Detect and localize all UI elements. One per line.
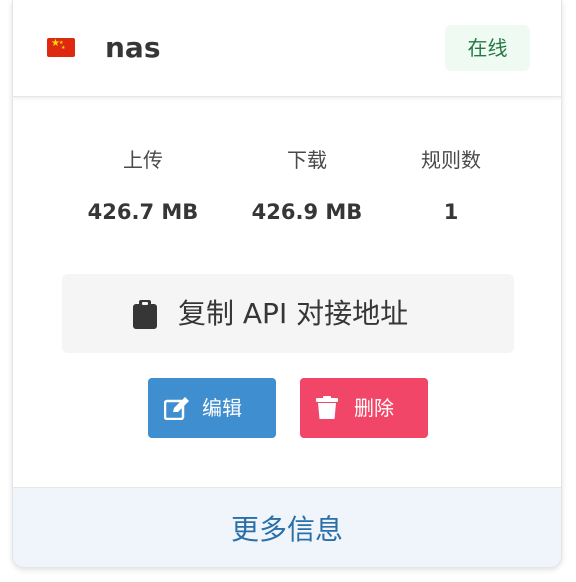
stat-download-value: 426.9 MB <box>251 200 363 224</box>
stat-download: 下载 426.9 MB <box>227 146 387 226</box>
more-info-label: 更多信息 <box>230 513 343 546</box>
delete-label: 删除 <box>354 396 394 420</box>
stat-rules-label: 规则数 <box>421 148 481 172</box>
stat-rules-value: 1 <box>443 200 459 224</box>
delete-button[interactable]: 删除 <box>300 378 428 438</box>
edit-button[interactable]: 编辑 <box>148 378 276 438</box>
stat-upload-label: 上传 <box>123 148 163 172</box>
node-name: nas <box>105 31 161 64</box>
more-info-button[interactable]: 更多信息 <box>13 487 561 567</box>
stat-download-label: 下载 <box>287 148 327 172</box>
clipboard-icon <box>132 300 158 334</box>
status-badge: 在线 <box>445 25 530 71</box>
copy-api-label: 复制 API 对接地址 <box>178 297 409 330</box>
card-header: ★ ★ ★ nas 在线 <box>13 0 561 97</box>
node-card: ★ ★ ★ nas 在线 上传 426.7 MB 下载 426.9 MB 规则数… <box>12 0 562 568</box>
copy-api-button[interactable]: 复制 API 对接地址 <box>62 274 514 353</box>
china-flag-icon: ★ ★ ★ <box>47 38 75 57</box>
stat-upload-value: 426.7 MB <box>87 200 199 224</box>
trash-icon <box>316 396 338 425</box>
edit-label: 编辑 <box>202 396 242 420</box>
stat-upload: 上传 426.7 MB <box>63 146 223 226</box>
edit-icon <box>163 396 190 425</box>
stat-rules: 规则数 1 <box>371 146 531 226</box>
